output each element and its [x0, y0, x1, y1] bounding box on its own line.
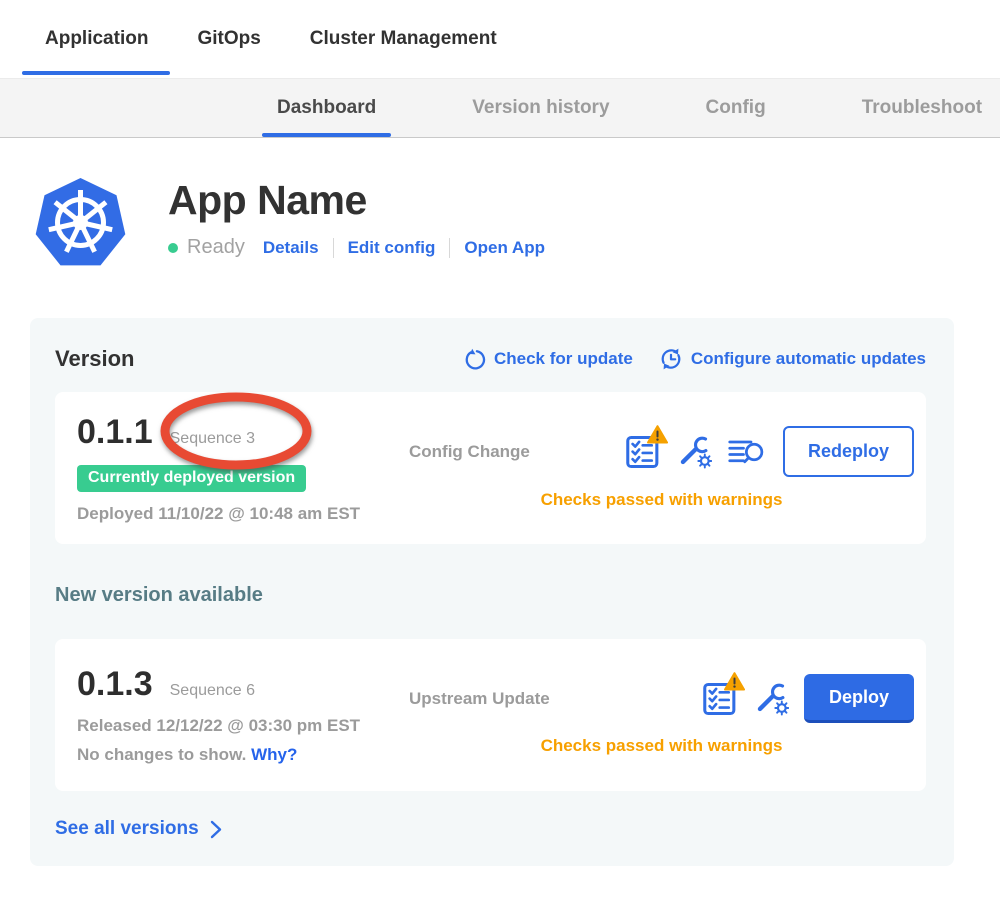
next-version-source: Upstream Update [409, 689, 550, 709]
current-version-source: Config Change [409, 442, 530, 462]
current-version-actions: Redeploy [625, 426, 914, 477]
deploy-button[interactable]: Deploy [804, 674, 914, 723]
tab-config[interactable]: Config [706, 79, 766, 137]
preflight-checks-button[interactable] [702, 681, 738, 717]
app-subnav: Dashboard Version history Config Trouble… [0, 78, 1000, 138]
next-version-actions: Deploy [702, 674, 914, 723]
tab-version-history[interactable]: Version history [472, 79, 609, 137]
version-card-title: Version [55, 346, 134, 372]
released-timestamp: Released 12/12/22 @ 03:30 pm EST [77, 716, 409, 736]
current-version-status: Config Change [409, 426, 914, 510]
no-changes-note: No changes to show. Why? [77, 745, 409, 765]
deployed-timestamp: Deployed 11/10/22 @ 10:48 am EST [77, 504, 409, 524]
app-header: App Name Ready Details Edit config Open … [0, 138, 1000, 270]
check-for-update-label: Check for update [494, 349, 633, 369]
new-version-available-heading: New version available [55, 584, 926, 607]
next-version-status-top: Upstream Update [409, 674, 914, 723]
current-version-status-top: Config Change [409, 426, 914, 477]
no-changes-text: No changes to show. [77, 745, 246, 764]
next-version-sequence: Sequence 6 [170, 682, 255, 700]
warning-triangle-icon [724, 672, 745, 691]
chevron-right-icon [210, 820, 222, 839]
diff-search-icon [727, 437, 765, 467]
edit-config-icon-button[interactable] [753, 682, 789, 716]
wrench-gear-icon [753, 682, 789, 716]
tab-troubleshoot[interactable]: Troubleshoot [862, 79, 982, 137]
redeploy-button[interactable]: Redeploy [783, 426, 914, 477]
view-diff-icon-button[interactable] [727, 437, 765, 467]
next-version-number: 0.1.3 [77, 665, 153, 704]
tab-cluster-management[interactable]: Cluster Management [310, 0, 497, 78]
configure-automatic-updates-label: Configure automatic updates [691, 349, 926, 369]
separator [449, 238, 450, 258]
current-version-info: 0.1.1 Sequence 3 Currently deployed vers… [77, 413, 409, 524]
version-card-links: Check for update Configure automatic upd… [463, 347, 926, 371]
kubernetes-logo [33, 175, 128, 270]
edit-config-link[interactable]: Edit config [348, 238, 436, 258]
details-link[interactable]: Details [263, 238, 319, 258]
open-app-link[interactable]: Open App [464, 238, 545, 258]
app-status-row: Ready Details Edit config Open App [168, 236, 545, 259]
primary-nav: Application GitOps Cluster Management [0, 0, 1000, 78]
wrench-gear-icon [676, 435, 712, 469]
check-for-update-link[interactable]: Check for update [463, 347, 633, 371]
refresh-icon [463, 348, 486, 371]
currently-deployed-badge: Currently deployed version [77, 465, 306, 492]
warning-triangle-icon [647, 425, 668, 444]
status-text: Ready [187, 236, 245, 259]
next-version-line: 0.1.3 Sequence 6 [77, 665, 255, 704]
app-header-text: App Name Ready Details Edit config Open … [168, 175, 545, 259]
app-name-title: App Name [168, 177, 545, 224]
status-dot [168, 243, 178, 253]
tab-gitops[interactable]: GitOps [197, 0, 260, 78]
scheduled-refresh-icon [659, 347, 683, 371]
separator [333, 238, 334, 258]
version-card: Version Check for update Configure autom… [30, 318, 954, 866]
edit-config-icon-button[interactable] [676, 435, 712, 469]
see-all-versions-link[interactable]: See all versions [55, 818, 222, 840]
next-version-info: 0.1.3 Sequence 6 Released 12/12/22 @ 03:… [77, 665, 409, 765]
current-version-number: 0.1.1 [77, 413, 153, 452]
tab-dashboard[interactable]: Dashboard [277, 79, 376, 137]
why-link[interactable]: Why? [251, 745, 297, 764]
preflight-checks-button[interactable] [625, 434, 661, 470]
tab-application[interactable]: Application [45, 0, 148, 78]
current-version-checks-status: Checks passed with warnings [409, 490, 914, 510]
current-version-line: 0.1.1 Sequence 3 [77, 413, 255, 452]
next-version-row: 0.1.3 Sequence 6 Released 12/12/22 @ 03:… [55, 639, 926, 791]
version-card-header: Version Check for update Configure autom… [55, 346, 926, 372]
next-version-status: Upstream Update [409, 674, 914, 756]
next-version-checks-status: Checks passed with warnings [409, 736, 914, 756]
current-version-sequence: Sequence 3 [170, 430, 255, 448]
see-all-versions-label: See all versions [55, 818, 199, 840]
current-version-row: 0.1.1 Sequence 3 Currently deployed vers… [55, 392, 926, 544]
configure-automatic-updates-link[interactable]: Configure automatic updates [659, 347, 926, 371]
